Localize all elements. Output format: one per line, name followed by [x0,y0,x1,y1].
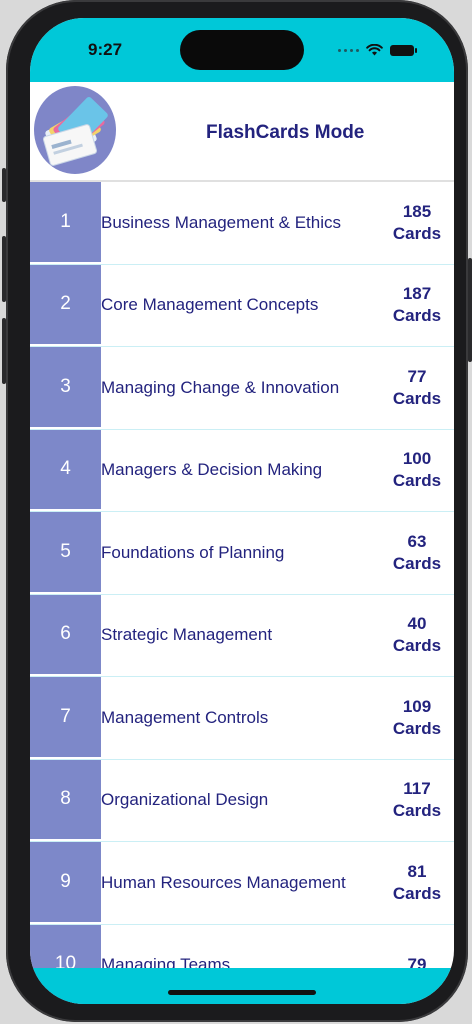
card-count: 77 Cards [380,347,454,429]
card-count-value: 185 [402,201,432,221]
card-count: 63 Cards [380,512,454,594]
card-count-value: 187 [402,284,432,304]
app-screen: 9:27 FlashCards Mode 1 Business Manageme… [30,18,454,1004]
card-count-value: 77 [407,366,427,386]
card-count: 81 Cards [380,842,454,924]
chapter-number: 7 [30,677,101,759]
list-item[interactable]: 3 Managing Change & Innovation 77 Cards [30,347,454,430]
flashcards-logo-icon [34,86,116,174]
chapter-title: Core Management Concepts [101,295,319,315]
card-count-unit: Cards [392,306,442,326]
card-count-unit: Cards [392,553,442,573]
chapter-number: 9 [30,842,101,924]
chapter-number: 1 [30,182,101,264]
page-title: FlashCards Mode [206,122,365,143]
list-item[interactable]: 7 Management Controls 109 Cards [30,677,454,760]
card-count: 185 Cards [380,182,454,264]
volume-up-button [2,236,6,302]
card-count-value: 63 [407,531,427,551]
volume-down-button [2,318,6,384]
card-count-unit: Cards [392,883,442,903]
dynamic-island [180,30,304,70]
card-count-unit: Cards [392,471,442,491]
chapter-number: 6 [30,594,101,676]
wifi-icon [366,44,383,56]
chapter-title: Managers & Decision Making [101,460,323,480]
card-count-value: 81 [407,861,427,881]
card-count: 100 Cards [380,430,454,512]
chapter-title: Human Resources Management [101,872,346,892]
power-button [468,258,472,362]
signal-dots-icon [338,48,359,52]
chapter-number: 8 [30,759,101,841]
chapter-title: Foundations of Planning [101,542,285,562]
card-count-unit: Cards [392,388,442,408]
chapter-title: Strategic Management [101,625,273,645]
bottom-bar [30,968,454,1004]
home-indicator[interactable] [168,990,316,995]
chapter-title: Business Management & Ethics [101,212,342,232]
card-count: 109 Cards [380,677,454,759]
chapter-number: 5 [30,512,101,594]
card-count-value: 109 [402,696,432,716]
chapter-title: Organizational Design [101,790,269,810]
card-count-value: 40 [407,614,427,634]
status-icons [338,44,417,56]
card-count-unit: Cards [392,636,442,656]
card-count: 187 Cards [380,265,454,347]
status-bar: 9:27 [30,18,454,82]
chapter-number: 2 [30,264,101,346]
card-count-unit: Cards [392,801,442,821]
list-item[interactable]: 4 Managers & Decision Making 100 Cards [30,429,454,512]
card-count-unit: Cards [392,223,442,243]
card-count: 117 Cards [380,760,454,842]
battery-icon [390,44,417,56]
chapter-title: Management Controls [101,707,269,727]
list-item[interactable]: 9 Human Resources Management 81 Cards [30,842,454,925]
list-item[interactable]: 8 Organizational Design 117 Cards [30,759,454,842]
mute-switch [2,168,6,202]
phone-frame: 9:27 FlashCards Mode 1 Business Manageme… [2,0,472,1022]
chapter-list[interactable]: 1 Business Management & Ethics 185 Cards… [30,182,454,1004]
card-count: 40 Cards [380,595,454,677]
card-count-value: 117 [403,779,431,799]
chapter-number: 3 [30,347,101,429]
card-count-value: 100 [402,449,432,469]
list-item[interactable]: 2 Core Management Concepts 187 Cards [30,264,454,347]
list-item[interactable]: 5 Foundations of Planning 63 Cards [30,512,454,595]
card-count-unit: Cards [392,718,442,738]
app-header: FlashCards Mode [30,82,454,182]
chapter-title: Managing Change & Innovation [101,377,340,397]
list-item[interactable]: 6 Strategic Management 40 Cards [30,594,454,677]
list-item[interactable]: 1 Business Management & Ethics 185 Cards [30,182,454,265]
chapter-number: 4 [30,429,101,511]
status-time: 9:27 [88,40,123,59]
